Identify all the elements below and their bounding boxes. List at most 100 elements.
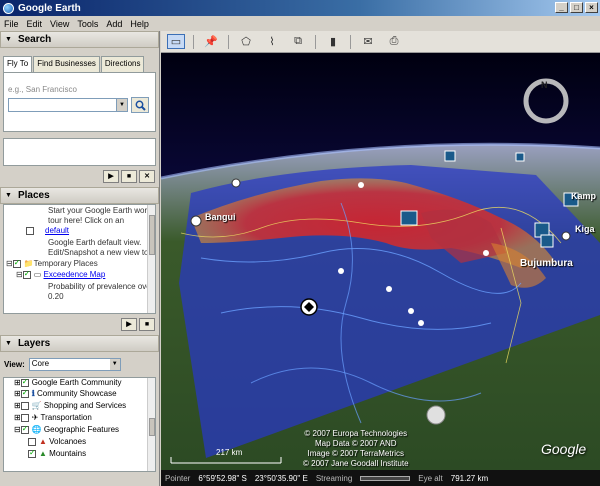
search-title: Search	[17, 34, 52, 45]
sidebar: ▼ Search Fly To Find Businesses Directio…	[0, 31, 160, 486]
layer-checkbox[interactable]	[28, 448, 36, 458]
copyright-line: Map Data © 2007 AND	[315, 439, 397, 448]
placemark-icon[interactable]: 📌	[202, 34, 220, 49]
globe-icon: 🌐	[31, 425, 42, 434]
city-label-bujumbura[interactable]: Bujumbura	[520, 258, 573, 269]
earth-view[interactable]: N Bangui Bujumbura Kamp Kiga © 2007 Euro…	[161, 53, 600, 470]
layers-title: Layers	[17, 338, 51, 349]
default-link[interactable]: default	[45, 226, 69, 235]
layer-volcanoes-label[interactable]: Volcanoes	[49, 437, 86, 446]
layer-transportation-label[interactable]: Transportation	[40, 413, 91, 422]
layer-checkbox[interactable]	[20, 401, 29, 410]
layer-checkbox[interactable]	[20, 388, 29, 398]
menu-help[interactable]: Help	[130, 19, 149, 29]
collapse-triangle-icon: ▼	[5, 36, 12, 43]
collapse-minus-icon[interactable]: ⊟	[16, 270, 23, 279]
image-overlay-icon[interactable]: ⧉	[289, 34, 307, 49]
tab-directions[interactable]: Directions	[100, 56, 145, 72]
window-title: Google Earth	[18, 2, 81, 14]
clear-icon[interactable]: ✕	[139, 170, 155, 183]
temporary-checkbox[interactable]	[12, 258, 21, 268]
view-label: View:	[4, 360, 25, 369]
sidebar-toggle-icon[interactable]: ▭	[167, 34, 185, 49]
google-earth-icon	[3, 2, 14, 14]
sun-icon	[426, 405, 446, 425]
pointer-label: Pointer	[165, 473, 191, 483]
layer-community-label[interactable]: Google Earth Community	[32, 378, 122, 387]
info-icon: ℹ	[31, 389, 35, 398]
ruler-icon[interactable]: ▮	[324, 34, 342, 49]
expand-plus-icon[interactable]: ⊞	[14, 389, 21, 398]
folder-icon: 📁	[23, 259, 34, 268]
copyright-line: Image © 2007 TerraMetrics	[307, 449, 404, 458]
dropdown-arrow-icon[interactable]: ▼	[116, 99, 127, 111]
tab-find-businesses[interactable]: Find Businesses	[33, 56, 100, 72]
fly-to-input[interactable]: ▼	[8, 98, 128, 112]
layer-mountains-label[interactable]: Mountains	[49, 449, 86, 458]
dropdown-arrow-icon[interactable]: ▼	[109, 359, 120, 370]
places-scrollbar[interactable]	[147, 205, 155, 313]
city-label-kigali[interactable]: Kiga	[575, 224, 595, 234]
probability-text-1: Probability of prevalence over	[48, 282, 154, 291]
view-select[interactable]: Core ▼	[28, 358, 121, 371]
tab-fly-to[interactable]: Fly To	[3, 56, 33, 72]
default-text-2: Edit/Snapshot a new view to	[48, 248, 149, 257]
search-header[interactable]: ▼ Search	[0, 31, 159, 48]
expand-plus-icon[interactable]: ⊞	[14, 378, 21, 387]
menu-tools[interactable]: Tools	[77, 19, 98, 29]
menu-add[interactable]: Add	[106, 19, 122, 29]
places-tree: Start your Google Earth work tour here! …	[3, 204, 156, 314]
minimize-button[interactable]: _	[555, 2, 568, 13]
stop-icon[interactable]: ■	[121, 170, 137, 183]
layer-checkbox[interactable]	[20, 413, 29, 422]
polygon-icon[interactable]: ⬠	[237, 34, 255, 49]
stop-icon[interactable]: ■	[139, 318, 155, 331]
layer-checkbox[interactable]	[20, 424, 29, 434]
close-button[interactable]: ×	[585, 2, 598, 13]
layer-checkbox[interactable]	[28, 437, 36, 446]
search-results[interactable]	[3, 138, 156, 166]
email-icon[interactable]: ✉	[359, 34, 377, 49]
pointer-lat: 6°59'52.98" S	[198, 473, 247, 483]
play-icon[interactable]: ▶	[103, 170, 119, 183]
svg-text:N: N	[541, 80, 548, 90]
temporary-places-label[interactable]: Temporary Places	[34, 259, 98, 268]
default-checkbox[interactable]	[26, 226, 34, 235]
collapse-minus-icon[interactable]: ⊟	[6, 259, 13, 268]
pointer-lon: 23°50'35.90" E	[254, 473, 308, 483]
layers-scrollbar[interactable]	[147, 378, 155, 471]
menu-file[interactable]: File	[4, 19, 19, 29]
tour-text-2: tour here! Click on an	[48, 216, 125, 225]
fly-to-panel: e.g., San Francisco ▼	[3, 72, 156, 132]
layer-checkbox[interactable]	[20, 378, 29, 387]
fly-to-hint: e.g., San Francisco	[8, 85, 77, 94]
copyright-line: © 2007 Europa Technologies	[304, 429, 408, 438]
eye-alt-label: Eye alt	[418, 473, 443, 483]
path-icon[interactable]: ⌇	[263, 34, 281, 49]
collapse-minus-icon[interactable]: ⊟	[14, 425, 21, 434]
city-label-bangui[interactable]: Bangui	[205, 212, 236, 222]
places-header[interactable]: ▼ Places	[0, 187, 159, 204]
view-row: View: Core ▼	[4, 358, 155, 371]
search-button[interactable]	[131, 97, 149, 113]
search-tabs: Fly To Find Businesses Directions	[3, 56, 159, 72]
probability-text-2: 0.20	[48, 292, 64, 301]
layer-showcase-label[interactable]: Community Showcase	[37, 389, 117, 398]
exceedence-checkbox[interactable]	[22, 269, 31, 279]
exceedence-map-link[interactable]: Exceedence Map	[44, 270, 106, 279]
view-value: Core	[31, 359, 50, 368]
scrollbar-thumb[interactable]	[149, 215, 155, 255]
print-icon[interactable]: ⎙	[385, 34, 403, 49]
city-label-kampala[interactable]: Kamp	[571, 191, 596, 201]
expand-plus-icon[interactable]: ⊞	[14, 401, 21, 410]
layer-shopping-label[interactable]: Shopping and Services	[44, 401, 126, 410]
layer-geographic-label[interactable]: Geographic Features	[44, 425, 119, 434]
play-icon[interactable]: ▶	[121, 318, 137, 331]
menu-view[interactable]: View	[50, 19, 69, 29]
maximize-button[interactable]: □	[570, 2, 583, 13]
expand-plus-icon[interactable]: ⊞	[14, 413, 21, 422]
layers-header[interactable]: ▼ Layers	[0, 335, 159, 352]
copyright-block: © 2007 Europa Technologies Map Data © 20…	[303, 429, 409, 469]
scrollbar-thumb[interactable]	[149, 418, 155, 436]
menu-edit[interactable]: Edit	[27, 19, 43, 29]
